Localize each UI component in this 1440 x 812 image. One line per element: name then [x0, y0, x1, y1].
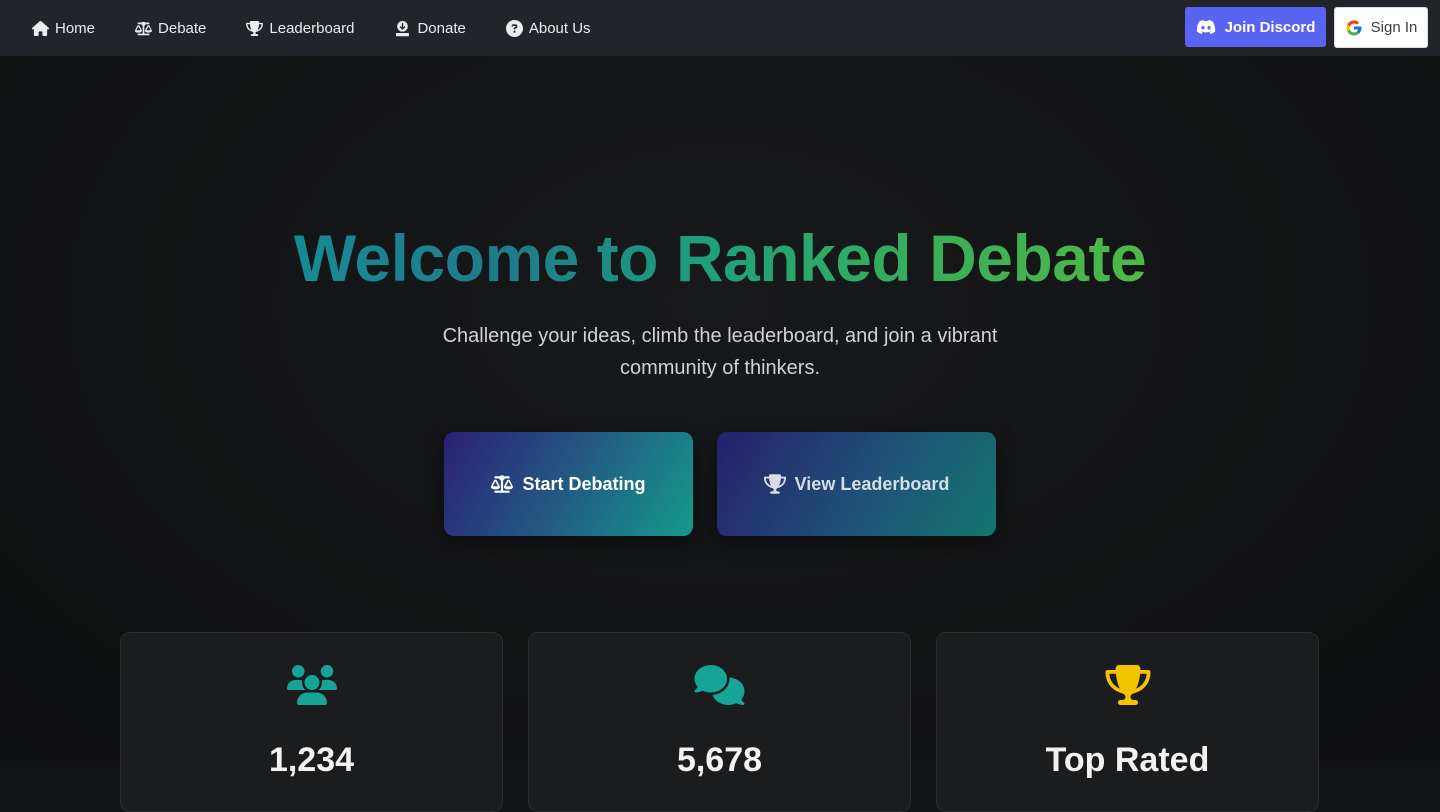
- nav-leaderboard[interactable]: Leaderboard: [246, 0, 354, 56]
- balance-scale-icon: [135, 21, 153, 35]
- sign-in-button[interactable]: Sign In: [1334, 7, 1428, 48]
- start-debating-button[interactable]: Start Debating: [444, 432, 693, 536]
- nav-debate-label: Debate: [158, 19, 207, 37]
- nav-about[interactable]: About Us: [505, 0, 591, 56]
- comments-icon: [694, 665, 745, 705]
- view-leaderboard-label: View Leaderboard: [794, 473, 950, 494]
- users-icon: [286, 665, 337, 705]
- stat-card-users: 1,234: [120, 632, 503, 812]
- join-discord-button[interactable]: Join Discord: [1185, 7, 1326, 47]
- question-circle-icon: [505, 19, 523, 37]
- google-icon: [1346, 20, 1362, 35]
- sign-in-label: Sign In: [1370, 19, 1418, 36]
- trophy-icon: [763, 474, 786, 494]
- nav-debate[interactable]: Debate: [135, 0, 206, 56]
- hero-subtitle: Challenge your ideas, climb the leaderbo…: [442, 325, 998, 379]
- join-discord-label: Join Discord: [1224, 18, 1316, 36]
- nav-home-label: Home: [55, 19, 96, 37]
- trophy-icon: [1105, 665, 1150, 705]
- start-debating-label: Start Debating: [522, 473, 646, 494]
- hero-title: Welcome to Ranked Debate: [293, 221, 1147, 295]
- balance-scale-icon: [491, 475, 514, 493]
- stat-card-debates: 5,678: [528, 632, 911, 812]
- stats-cards: 1,234 5,678 Top Rated: [120, 632, 1319, 812]
- hero-section: Welcome to Ranked Debate Challenge your …: [0, 56, 1440, 812]
- top-navbar: Home Debate Leaderboard Donate About Us …: [0, 0, 1440, 56]
- nav-donate-label: Donate: [417, 19, 466, 37]
- stat-card-top-rated: Top Rated: [936, 632, 1319, 812]
- discord-icon: [1196, 19, 1215, 34]
- nav-leaderboard-label: Leaderboard: [269, 19, 355, 37]
- donate-icon: [396, 20, 410, 36]
- home-icon: [32, 20, 49, 36]
- nav-about-label: About Us: [528, 19, 591, 37]
- nav-donate[interactable]: Donate: [394, 0, 466, 56]
- nav-home[interactable]: Home: [32, 0, 95, 56]
- trophy-icon: [246, 20, 264, 36]
- nav-actions: Join Discord Sign In: [1185, 7, 1428, 48]
- view-leaderboard-button[interactable]: View Leaderboard: [717, 432, 996, 536]
- nav-links: Home Debate Leaderboard Donate About Us: [32, 0, 631, 56]
